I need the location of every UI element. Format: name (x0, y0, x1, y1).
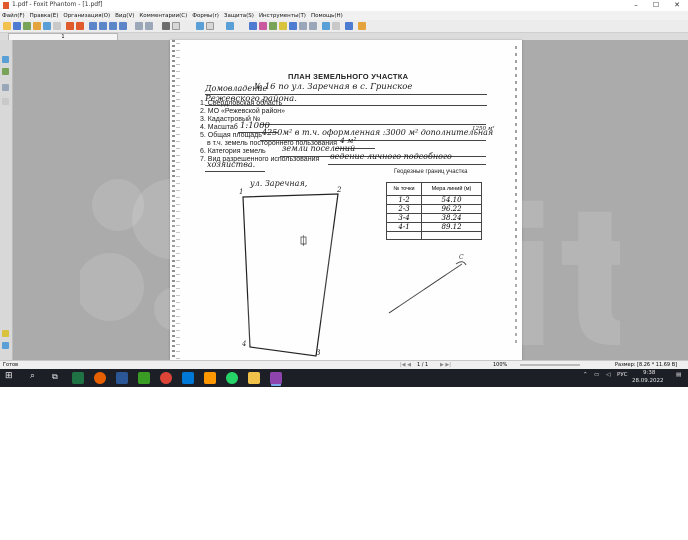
zoom-level-box[interactable] (206, 22, 214, 30)
note-icon[interactable] (269, 22, 277, 30)
menu-organize[interactable]: Организация(O) (63, 13, 110, 19)
highlight-icon[interactable] (279, 22, 287, 30)
menu-bar: Файл(F) Правка(E) Организация(O) Вид(V) … (0, 11, 688, 20)
undo-icon[interactable] (53, 22, 61, 30)
close-button[interactable]: ✕ (667, 0, 687, 11)
rotate-left-icon[interactable] (135, 22, 143, 30)
corner-label-3: 3 (316, 349, 321, 357)
select-text-icon[interactable] (249, 22, 257, 30)
north-label: С (459, 254, 464, 261)
task-view-icon[interactable]: ⧉ (52, 372, 58, 382)
corner-label-1: 1 (239, 188, 244, 196)
menu-tools[interactable]: Инструменты(T) (259, 13, 306, 19)
taskbar: ⊞ ⌕ ⧉ ⌃ ▭ ◁ РУС 9:38 28.09.2022 ▤ (0, 369, 688, 387)
search-icon[interactable]: ⌕ (30, 371, 35, 381)
tab-strip: 1 (0, 33, 688, 40)
first-page-button[interactable]: |◀ ◀ (400, 362, 411, 368)
search-icon[interactable] (322, 22, 330, 30)
corner-label-2: 2 (337, 186, 342, 194)
sign-icon[interactable] (358, 22, 366, 30)
minimize-button[interactable]: – (626, 0, 646, 11)
maximize-button[interactable]: ☐ (646, 0, 666, 11)
tray-arrow-icon[interactable]: ⌃ (583, 372, 588, 378)
land-plot-boundary (242, 193, 339, 357)
open-icon[interactable] (3, 22, 11, 30)
notifications-icon[interactable]: ▤ (676, 372, 681, 378)
zoom-dropdown[interactable] (172, 22, 180, 30)
yandex-browser-icon[interactable] (204, 372, 216, 384)
explorer-icon[interactable] (116, 372, 128, 384)
bookmarks-panel-icon[interactable] (2, 56, 9, 63)
forward-icon[interactable] (76, 22, 84, 30)
foxit-taskbar-icon[interactable] (270, 372, 282, 384)
start-button[interactable]: ⊞ (5, 371, 13, 381)
scan-icon[interactable] (43, 22, 51, 30)
pages-panel-icon[interactable] (2, 68, 9, 75)
foxit-app-icon (3, 2, 9, 9)
print-icon[interactable] (23, 22, 31, 30)
bookmark-icon[interactable] (332, 22, 340, 30)
pdf-page: ПЛАН ЗЕМЕЛЬНОГО УЧАСТКА Домовладение № 1… (170, 40, 522, 360)
stamp-icon[interactable] (289, 22, 297, 30)
menu-forms[interactable]: Формы(r) (192, 13, 219, 19)
corner-label-4: 4 (242, 340, 247, 348)
document-tab[interactable]: 1 (8, 33, 118, 40)
save-icon[interactable] (13, 22, 21, 30)
clock-time[interactable]: 9:38 (643, 370, 655, 376)
signatures-panel-icon[interactable] (2, 342, 9, 349)
email-icon[interactable] (33, 22, 41, 30)
zoom-slider[interactable] (520, 364, 580, 366)
back-icon[interactable] (66, 22, 74, 30)
comments-panel-icon[interactable] (2, 330, 9, 337)
app-window: 1.pdf - Foxit Phantom - [1.pdf] – ☐ ✕ Фа… (0, 0, 688, 387)
rotate-right-icon[interactable] (145, 22, 153, 30)
fit-width-icon[interactable] (299, 22, 307, 30)
prev-page-icon[interactable] (99, 22, 107, 30)
menu-edit[interactable]: Правка(E) (30, 13, 59, 19)
window-title: 1.pdf - Foxit Phantom - [1.pdf] (12, 1, 103, 8)
layers-panel-icon[interactable] (2, 84, 9, 91)
north-arrow-line (388, 263, 463, 314)
page-size: Размер: [8.26 * 11.69 В] (615, 362, 678, 368)
title-bar: 1.pdf - Foxit Phantom - [1.pdf] – ☐ ✕ (0, 0, 688, 11)
next-page-icon[interactable] (109, 22, 117, 30)
folder-icon[interactable] (248, 372, 260, 384)
edge-icon[interactable] (182, 372, 194, 384)
house-marker (300, 235, 307, 246)
app-icon-green[interactable] (138, 372, 150, 384)
page-number-input[interactable]: 1 / 1 (417, 362, 428, 368)
last-page-icon[interactable] (119, 22, 127, 30)
language-indicator[interactable]: РУС (617, 372, 628, 378)
menu-comments[interactable]: Комментарии(C) (139, 13, 187, 19)
menu-file[interactable]: Файл(F) (2, 13, 25, 19)
clock-date[interactable]: 28.09.2022 (632, 378, 664, 384)
hand-tool-icon[interactable] (162, 22, 170, 30)
security-icon[interactable] (345, 22, 353, 30)
status-ready: Готов (3, 362, 19, 368)
chrome-icon[interactable] (160, 372, 172, 384)
volume-icon[interactable]: ◁ (606, 372, 610, 378)
menu-help[interactable]: Помощь(H) (311, 13, 343, 19)
whatsapp-icon[interactable] (226, 372, 238, 384)
attachments-panel-icon[interactable] (2, 98, 9, 105)
zoom-level[interactable]: 100% (493, 362, 507, 368)
first-page-icon[interactable] (89, 22, 97, 30)
menu-protect[interactable]: Защита(S) (224, 13, 254, 19)
fit-page-icon[interactable] (309, 22, 317, 30)
network-icon[interactable]: ▭ (594, 372, 599, 378)
navigation-panel (0, 40, 13, 360)
land-plot-drawing (242, 193, 467, 357)
zoom-in-icon[interactable] (226, 22, 234, 30)
typewriter-icon[interactable] (259, 22, 267, 30)
next-page-button[interactable]: ▶ ▶| (440, 362, 451, 368)
toolbar (0, 20, 688, 33)
zoom-out-icon[interactable] (196, 22, 204, 30)
excel-icon[interactable] (72, 372, 84, 384)
menu-view[interactable]: Вид(V) (115, 13, 134, 19)
firefox-icon[interactable] (94, 372, 106, 384)
